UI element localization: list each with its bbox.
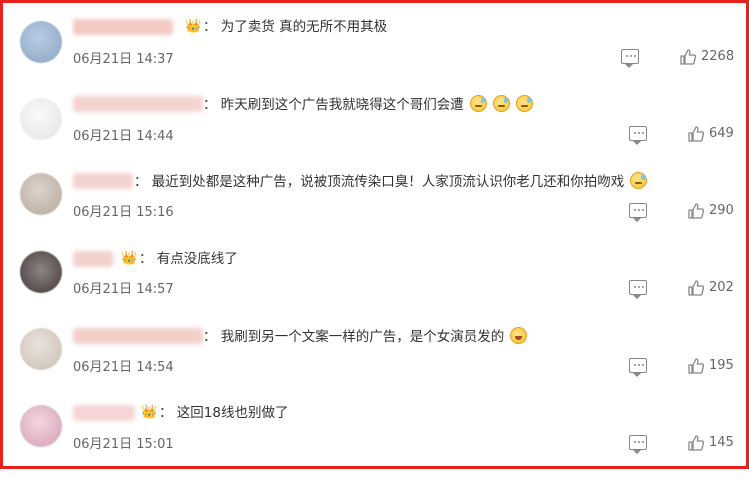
user-avatar[interactable] [20,328,62,370]
comment-timestamp: 06月21日 14:57 [73,282,174,297]
reply-icon[interactable] [629,358,647,377]
comment-timestamp: 06月21日 14:37 [73,52,174,67]
sweat-smile-emoji [492,95,510,112]
comment-item: ： 最近到处都是这种广告，说被顶流传染口臭！人家顶流认识你老几还和你拍吻戏 06… [3,172,749,250]
comment-list-panel: 👑 ： 为了卖货 真的无所不用其极 06月21日 14:37 2268 ： 昨天… [0,0,749,469]
username-blurred[interactable] [73,96,203,112]
crown-badge-icon: 👑 [185,19,202,34]
user-avatar[interactable] [20,251,62,293]
comment-text: ： 我刷到另一个文案一样的广告，是个女演员发的 [203,327,528,346]
comment-text: ： 有点没底线了 [139,251,238,267]
crown-badge-icon: 👑 [141,405,158,420]
username-blurred[interactable] [73,19,173,35]
comment-timestamp: 06月21日 14:44 [73,129,174,144]
username-blurred[interactable] [73,328,203,344]
like-count: 290 [709,203,734,218]
like-count: 202 [709,280,734,295]
comment-timestamp: 06月21日 15:01 [73,437,174,452]
sweat-smile-emoji [630,172,648,189]
reply-icon[interactable] [629,126,647,145]
username-blurred[interactable] [73,405,135,421]
comment-timestamp: 06月21日 15:16 [73,205,174,220]
sweat-smile-emoji [515,95,533,112]
laughing-tears-emoji [510,327,528,344]
like-thumb-icon[interactable] [688,435,704,451]
comment-item: 👑 ： 为了卖货 真的无所不用其极 06月21日 14:37 2268 [3,19,749,96]
reply-icon[interactable] [629,435,647,454]
comment-item: 👑 ： 有点没底线了 06月21日 14:57 202 [3,251,749,328]
like-count: 649 [709,126,734,141]
comment-item: ： 我刷到另一个文案一样的广告，是个女演员发的 06月21日 14:54 195 [3,327,749,405]
like-count: 2268 [701,49,735,64]
comment-timestamp: 06月21日 14:54 [73,360,174,375]
user-avatar[interactable] [20,173,62,215]
crown-badge-icon: 👑 [121,251,138,266]
comment-item: ： 昨天刷到这个广告我就晓得这个哥们会遭 06月21日 14:44 649 [3,95,749,173]
username-blurred[interactable] [73,173,133,189]
reply-icon[interactable] [629,203,647,222]
like-thumb-icon[interactable] [688,358,704,374]
comment-text: ： 昨天刷到这个广告我就晓得这个哥们会遭 [203,95,533,114]
reply-icon[interactable] [621,49,639,68]
like-thumb-icon[interactable] [688,126,704,142]
user-avatar[interactable] [20,405,62,447]
username-blurred[interactable] [73,251,113,267]
sweat-smile-emoji [469,95,487,112]
like-thumb-icon[interactable] [688,203,704,219]
user-avatar[interactable] [20,98,62,140]
comment-text: ： 最近到处都是这种广告，说被顶流传染口臭！人家顶流认识你老几还和你拍吻戏 [134,172,648,191]
reply-icon[interactable] [629,280,647,299]
like-thumb-icon[interactable] [688,280,704,296]
comment-text: ： 这回18线也别做了 [159,405,289,421]
like-count: 145 [709,435,734,450]
comment-text: ： 为了卖货 真的无所不用其极 [203,19,388,35]
comment-item: 👑 ： 这回18线也别做了 06月21日 15:01 145 [3,405,749,482]
like-thumb-icon[interactable] [680,49,696,65]
like-count: 195 [709,358,734,373]
user-avatar[interactable] [20,21,62,63]
